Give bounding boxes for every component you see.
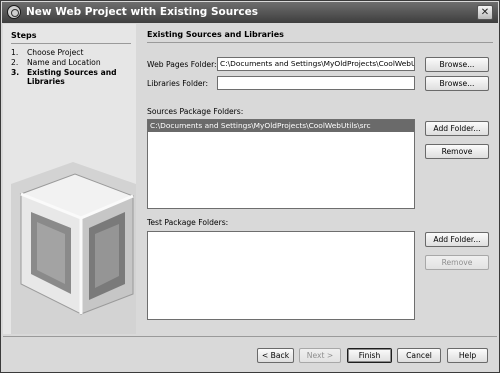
sources-package-folders-list[interactable]: C:\Documents and Settings\MyOldProjects\… bbox=[147, 119, 415, 209]
steps-title: Steps bbox=[11, 31, 37, 40]
window-title: New Web Project with Existing Sources bbox=[26, 6, 259, 18]
sources-remove-button[interactable]: Remove bbox=[425, 144, 489, 159]
test-add-folder-button[interactable]: Add Folder... bbox=[425, 232, 489, 247]
step-label: Name and Location bbox=[27, 58, 101, 67]
section-divider bbox=[147, 42, 493, 43]
step-item-existing-sources-line2: Libraries bbox=[11, 77, 65, 86]
sources-folder-item[interactable]: C:\Documents and Settings\MyOldProjects\… bbox=[148, 120, 414, 132]
web-pages-browse-button[interactable]: Browse... bbox=[425, 57, 489, 72]
web-pages-folder-field[interactable]: C:\Documents and Settings\MyOldProjects\… bbox=[217, 57, 415, 71]
help-button[interactable]: Help bbox=[447, 348, 488, 363]
step-item-choose-project: 1. Choose Project bbox=[11, 48, 83, 57]
libraries-browse-button[interactable]: Browse... bbox=[425, 76, 489, 91]
step-item-name-and-location: 2. Name and Location bbox=[11, 58, 101, 67]
title-bar[interactable]: New Web Project with Existing Sources ✕ bbox=[2, 2, 498, 23]
steps-divider bbox=[11, 43, 131, 44]
libraries-folder-label: Libraries Folder: bbox=[147, 79, 209, 88]
test-package-folders-label: Test Package Folders: bbox=[147, 218, 229, 227]
step-label: Libraries bbox=[27, 77, 65, 86]
steps-panel: Steps 1. Choose Project 2. Name and Locati… bbox=[3, 24, 136, 334]
close-button[interactable]: ✕ bbox=[477, 5, 493, 20]
step-number: 3. bbox=[11, 68, 20, 77]
app-icon bbox=[7, 5, 21, 19]
test-package-folders-list[interactable] bbox=[147, 231, 415, 320]
step-number: 2. bbox=[11, 58, 19, 67]
next-button[interactable]: Next > bbox=[299, 348, 341, 363]
step-item-existing-sources: 3. Existing Sources and bbox=[11, 68, 117, 77]
footer-divider bbox=[3, 336, 497, 337]
section-title: Existing Sources and Libraries bbox=[147, 30, 284, 39]
sources-add-folder-button[interactable]: Add Folder... bbox=[425, 121, 489, 136]
test-remove-button[interactable]: Remove bbox=[425, 255, 489, 270]
step-number: 1. bbox=[11, 48, 19, 57]
cancel-button[interactable]: Cancel bbox=[397, 348, 441, 363]
wizard-window: New Web Project with Existing Sources ✕ … bbox=[0, 0, 500, 373]
finish-button[interactable]: Finish bbox=[347, 348, 392, 363]
step-label: Choose Project bbox=[27, 48, 84, 57]
back-button[interactable]: < Back bbox=[257, 348, 294, 363]
web-pages-folder-label: Web Pages Folder: bbox=[147, 60, 217, 69]
step-label: Existing Sources and bbox=[27, 68, 117, 77]
sources-package-folders-label: Sources Package Folders: bbox=[147, 107, 244, 116]
cube-illustration bbox=[11, 162, 136, 334]
libraries-folder-field[interactable] bbox=[217, 76, 415, 90]
